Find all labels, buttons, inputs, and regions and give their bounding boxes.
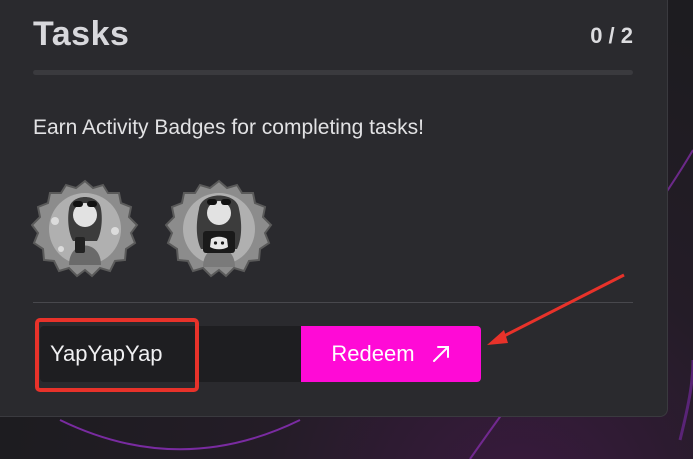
tasks-description: Earn Activity Badges for completing task… (33, 116, 425, 139)
section-divider (33, 302, 633, 303)
arrow-up-right-icon (432, 346, 449, 362)
tasks-progress-bar (33, 70, 633, 75)
badge-list (30, 179, 273, 279)
twitter-user-badge-icon (30, 179, 139, 279)
tasks-counter: 0 / 2 (590, 23, 633, 48)
annotation-highlight-box (35, 318, 199, 392)
redeem-button-label: Redeem (331, 341, 415, 366)
redeem-button[interactable]: Redeem (301, 326, 481, 382)
discord-user-badge-icon (164, 179, 273, 279)
tasks-title: Tasks (33, 15, 130, 53)
